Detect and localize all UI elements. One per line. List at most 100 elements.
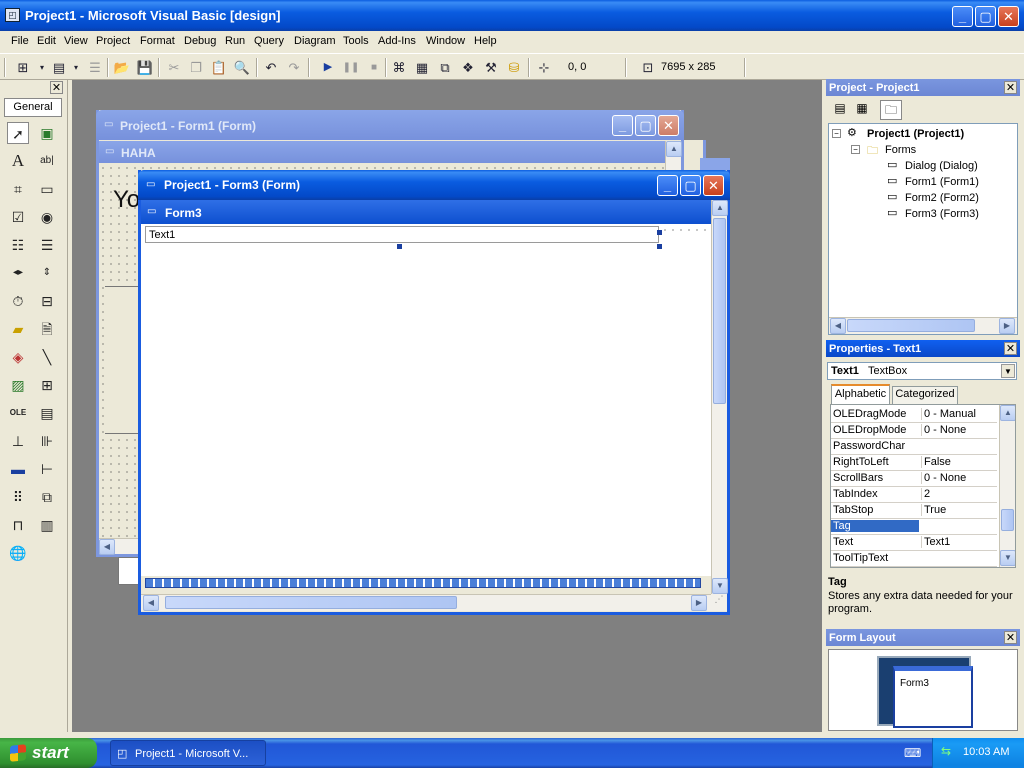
commandbutton-tool-icon[interactable]: ▭ [36, 178, 58, 200]
tree-collapse-icon[interactable]: − [851, 145, 860, 154]
listbox-tool-icon[interactable]: ☰ [36, 234, 58, 256]
size-grip[interactable]: ⋰ [711, 594, 727, 611]
toggle-folders-icon[interactable]: 🗀 [880, 100, 902, 120]
drivelistbox-tool-icon[interactable]: ⊟ [36, 290, 58, 312]
listview-tool-icon[interactable]: ⠿ [7, 486, 29, 508]
dropdown-arrow-icon[interactable]: ▾ [33, 59, 51, 76]
menu-file[interactable]: File [11, 35, 29, 47]
scroll-up-icon[interactable]: ▲ [712, 200, 728, 216]
checkbox-tool-icon[interactable]: ☑ [7, 206, 29, 228]
form3-horizontal-thumb[interactable] [165, 596, 457, 609]
label-tool-icon[interactable]: A [7, 150, 29, 172]
property-row[interactable]: RightToLeft False [831, 455, 997, 471]
scroll-left-icon[interactable]: ◀ [830, 318, 846, 334]
menu-help[interactable]: Help [474, 35, 497, 47]
scroll-left-icon[interactable]: ◀ [143, 595, 159, 611]
tree-item-form3[interactable]: Form3 (Form3) [905, 208, 979, 220]
project-tree-thumb[interactable] [847, 319, 975, 332]
tree-item-form1[interactable]: Form1 (Form1) [905, 176, 979, 188]
property-value[interactable]: 2 [921, 488, 997, 500]
property-value[interactable]: False [921, 456, 997, 468]
property-value[interactable]: 0 - None [921, 424, 997, 436]
menu-debug[interactable]: Debug [184, 35, 216, 47]
picturebox-tool-icon[interactable]: ▣ [36, 122, 58, 144]
save-icon[interactable]: 💾 [136, 59, 154, 76]
properties-panel-title-bar[interactable]: Properties - Text1 ✕ [826, 340, 1020, 357]
resize-handle[interactable] [657, 244, 662, 249]
property-row[interactable]: TabStop True [831, 503, 997, 519]
filelistbox-tool-icon[interactable]: 🗎 [36, 318, 58, 340]
project-panel-close-button[interactable]: ✕ [1004, 81, 1017, 94]
view-object-icon[interactable]: ▦ [852, 101, 872, 119]
form3-layout-preview[interactable]: Form3 [893, 666, 973, 728]
form-layout-close-button[interactable]: ✕ [1004, 631, 1017, 644]
toolbar-tool-icon[interactable]: ⊓ [7, 514, 29, 536]
hscrollbar-tool-icon[interactable]: ◂▸ [7, 262, 29, 284]
start-button[interactable]: start [0, 738, 97, 768]
property-row-selected[interactable]: Tag [831, 519, 997, 535]
property-value[interactable]: True [921, 504, 997, 516]
resize-handle[interactable] [397, 244, 402, 249]
scroll-down-icon[interactable]: ▼ [1000, 550, 1015, 566]
view-code-icon[interactable]: ▤ [830, 101, 850, 119]
text1-textbox[interactable]: Text1 [145, 226, 659, 243]
dropdown-arrow-icon[interactable]: ▾ [67, 59, 85, 76]
end-icon[interactable]: ■ [365, 59, 383, 76]
form3-vertical-scrollbar[interactable]: ▲ ▼ [711, 200, 728, 596]
form-layout-icon[interactable]: ⧉ [436, 59, 454, 76]
property-row[interactable]: PasswordChar [831, 439, 997, 455]
imagelist-tool-icon[interactable]: ⧉ [36, 486, 58, 508]
frame-tool-icon[interactable]: ⌗ [7, 178, 29, 200]
keyboard-icon[interactable]: ⌨ [904, 746, 921, 760]
break-icon[interactable]: ❚❚ [342, 59, 360, 76]
form3-minimize-button[interactable]: _ [657, 175, 678, 196]
open-folder-icon[interactable]: 📂 [113, 59, 131, 76]
treeview-tool-icon[interactable]: ⊢ [36, 458, 58, 480]
menu-view[interactable]: View [64, 35, 88, 47]
project-panel-title-bar[interactable]: Project - Project1 ✕ [826, 79, 1020, 96]
minimize-button[interactable]: _ [952, 6, 973, 27]
property-value[interactable]: 0 - Manual [921, 408, 997, 420]
maximize-button[interactable]: ▢ [975, 6, 996, 27]
tree-item-form2[interactable]: Form2 (Form2) [905, 192, 979, 204]
menu-editor-icon[interactable]: ☰ [86, 59, 104, 76]
toolbox-icon[interactable]: ⚒ [482, 59, 500, 76]
dirlistbox-tool-icon[interactable]: ▰ [7, 318, 29, 340]
vscrollbar-tool-icon[interactable]: ⇕ [36, 262, 58, 284]
property-row[interactable]: ToolTipText [831, 551, 997, 567]
pointer-tool-icon[interactable]: ➚ [7, 122, 29, 144]
form3-design-surface[interactable]: Text1 [141, 224, 711, 576]
form1-minimize-button[interactable]: _ [612, 115, 633, 136]
form1-title-bar[interactable]: ▭ Project1 - Form1 (Form) _ ▢ ✕ [96, 110, 684, 140]
form3-title-bar[interactable]: ▭ Project1 - Form3 (Form) _ ▢ ✕ [138, 170, 730, 200]
chevron-down-icon[interactable]: ▼ [1001, 364, 1015, 378]
property-row[interactable]: OLEDropMode 0 - None [831, 423, 997, 439]
menu-edit[interactable]: Edit [37, 35, 56, 47]
form3-window[interactable]: ▭ Project1 - Form3 (Form) _ ▢ ✕ ▭ Form3 … [138, 170, 730, 615]
image-tool-icon[interactable]: ▨ [7, 374, 29, 396]
scroll-left-icon[interactable]: ◀ [99, 539, 115, 555]
tree-project-root[interactable]: Project1 (Project1) [867, 128, 964, 140]
taskbar-task-vb[interactable]: ◰ Project1 - Microsoft V... [110, 740, 266, 766]
form3-close-button[interactable]: ✕ [703, 175, 724, 196]
properties-thumb[interactable] [1001, 509, 1014, 531]
tree-collapse-icon[interactable]: − [832, 129, 841, 138]
form1-maximize-button[interactable]: ▢ [635, 115, 656, 136]
statusbar-tool-icon[interactable]: ▬ [7, 458, 29, 480]
toolbox-general-tab[interactable]: General [4, 98, 62, 117]
add-form-icon[interactable]: ▤ [50, 59, 68, 76]
tab-alphabetic[interactable]: Alphabetic [831, 384, 890, 404]
properties-vertical-scrollbar[interactable]: ▲ ▼ [999, 405, 1015, 567]
menu-query[interactable]: Query [254, 35, 284, 47]
form3-vertical-thumb[interactable] [713, 218, 726, 404]
main-title-bar[interactable]: ◰ Project1 - Microsoft Visual Basic [des… [0, 0, 1024, 31]
scroll-right-icon[interactable]: ▶ [691, 595, 707, 611]
undo-icon[interactable]: ↶ [262, 59, 280, 76]
properties-window-icon[interactable]: ▦ [413, 59, 431, 76]
timer-tool-icon[interactable]: ⏱ [7, 290, 29, 312]
form1-close-button[interactable]: ✕ [658, 115, 679, 136]
scroll-down-icon[interactable]: ▼ [712, 578, 728, 594]
property-row[interactable]: ScrollBars 0 - None [831, 471, 997, 487]
menu-run[interactable]: Run [225, 35, 245, 47]
progressbar-tool-icon[interactable]: ⊪ [36, 430, 58, 452]
